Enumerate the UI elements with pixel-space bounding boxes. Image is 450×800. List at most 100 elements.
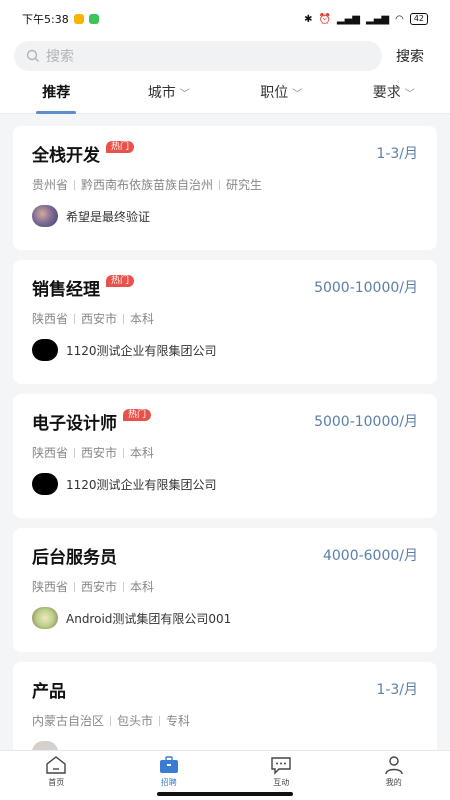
battery-icon: 42 (409, 13, 428, 25)
tab-position[interactable]: 职位 ﹀ (225, 74, 338, 114)
job-salary: 1-3/月 (376, 682, 418, 698)
job-title-wrap: 销售经理 热门 (32, 275, 135, 300)
job-city: 西安市 (81, 312, 118, 326)
company-logo (32, 607, 58, 629)
company-name: 希望是最终验证 (66, 209, 151, 224)
divider (74, 581, 76, 592)
search-row: 搜索 搜索 (0, 38, 450, 74)
person-icon (385, 756, 403, 775)
job-card-header: 产品 1-3/月 (32, 676, 418, 702)
divider (123, 447, 125, 458)
status-time: 下午5:38 (22, 13, 69, 26)
chevron-down-icon: ﹀ (179, 88, 190, 100)
signal-icon-2: ▂▄▆ (366, 13, 390, 25)
job-education: 本科 (130, 312, 155, 326)
job-card-header: 销售经理 热门 5000-10000/月 (32, 274, 418, 300)
divider (123, 581, 125, 592)
company-logo (32, 339, 58, 361)
job-salary: 4000-6000/月 (322, 548, 418, 564)
company-row (32, 741, 418, 750)
hot-badge: 热门 (123, 409, 152, 421)
search-button[interactable]: 搜索 (396, 46, 424, 66)
nav-label: 我的 (385, 778, 402, 787)
tab-label: 职位 (260, 84, 289, 101)
tab-recommend[interactable]: 推荐 (0, 74, 113, 114)
job-education: 本科 (130, 446, 155, 460)
job-city: 西安市 (81, 580, 118, 594)
signal-icon: ▂▄▆ (336, 13, 360, 25)
job-city: 西安市 (81, 446, 118, 460)
status-bar: 下午5:38 ✱ ⏰ ▂▄▆ ▂▄▆ ◠ 42 (0, 0, 450, 38)
company-logo (32, 741, 58, 750)
job-title-wrap: 产品 (32, 677, 66, 702)
job-title-wrap: 电子设计师 热门 (32, 409, 152, 434)
wechat-app-icon (88, 14, 99, 24)
job-card-header: 电子设计师 热门 5000-10000/月 (32, 408, 418, 434)
briefcase-icon (159, 756, 178, 773)
job-list: 全栈开发 热门 1-3/月 贵州省 黔西南布依族苗族自治州 研究生 希望是最终验… (0, 114, 450, 750)
chevron-down-icon: ﹀ (404, 88, 415, 100)
hot-badge: 热门 (106, 141, 135, 153)
company-row: 1120测试企业有限集团公司 (32, 473, 418, 495)
job-education: 研究生 (226, 178, 263, 192)
home-indicator[interactable] (157, 792, 293, 796)
bluetooth-icon: ✱ (304, 13, 313, 25)
alarm-icon: ⏰ (318, 13, 331, 25)
company-name: Android测试集团有限公司001 (66, 611, 232, 626)
company-row: 1120测试企业有限集团公司 (32, 339, 418, 361)
company-row: 希望是最终验证 (32, 205, 418, 227)
job-province: 陕西省 (32, 312, 69, 326)
job-title-wrap: 全栈开发 热门 (32, 141, 135, 166)
job-title: 产品 (32, 681, 66, 702)
job-city: 包头市 (117, 714, 154, 728)
company-logo (32, 205, 58, 227)
wifi-icon: ◠ (395, 13, 404, 25)
job-province: 内蒙古自治区 (32, 714, 105, 728)
divider (110, 715, 112, 726)
job-meta: 陕西省 西安市 本科 (32, 578, 418, 595)
nav-home[interactable]: 首页 (0, 751, 113, 800)
job-card[interactable]: 全栈开发 热门 1-3/月 贵州省 黔西南布依族苗族自治州 研究生 希望是最终验… (13, 126, 437, 250)
job-card[interactable]: 产品 1-3/月 内蒙古自治区 包头市 专科 (13, 662, 437, 750)
tab-label: 推荐 (42, 84, 71, 101)
search-placeholder: 搜索 (46, 49, 74, 65)
tab-city[interactable]: 城市 ﹀ (113, 74, 226, 114)
job-card-header: 全栈开发 热门 1-3/月 (32, 140, 418, 166)
home-icon (46, 756, 66, 774)
job-meta: 内蒙古自治区 包头市 专科 (32, 712, 418, 729)
job-meta: 陕西省 西安市 本科 (32, 310, 418, 327)
tab-requirement[interactable]: 要求 ﹀ (338, 74, 450, 114)
hot-badge: 热门 (106, 275, 135, 287)
job-province: 陕西省 (32, 446, 69, 460)
job-salary: 5000-10000/月 (314, 280, 418, 296)
job-title: 全栈开发 (32, 145, 100, 166)
job-city: 黔西南布依族苗族自治州 (81, 178, 214, 192)
company-name: 1120测试企业有限集团公司 (66, 477, 217, 492)
tab-label: 城市 (147, 84, 176, 101)
divider (74, 179, 76, 190)
filter-tabs: 推荐 城市 ﹀ 职位 ﹀ 要求 ﹀ (0, 74, 450, 114)
job-education: 本科 (130, 580, 155, 594)
nav-label: 首页 (48, 778, 65, 787)
job-card[interactable]: 销售经理 热门 5000-10000/月 陕西省 西安市 本科 1120测试企业… (13, 260, 437, 384)
status-left: 下午5:38 (22, 11, 99, 27)
job-salary: 1-3/月 (376, 146, 418, 162)
job-title: 销售经理 (32, 279, 100, 300)
search-input[interactable]: 搜索 (14, 41, 382, 71)
status-right: ✱ ⏰ ▂▄▆ ▂▄▆ ◠ 42 (304, 13, 428, 25)
job-card-header: 后台服务员 4000-6000/月 (32, 542, 418, 568)
job-card[interactable]: 后台服务员 4000-6000/月 陕西省 西安市 本科 Android测试集团… (13, 528, 437, 652)
job-card[interactable]: 电子设计师 热门 5000-10000/月 陕西省 西安市 本科 1120测试企… (13, 394, 437, 518)
search-icon (26, 49, 39, 62)
job-education: 专科 (166, 714, 191, 728)
job-salary: 5000-10000/月 (314, 414, 418, 430)
divider (159, 715, 161, 726)
nav-label: 招聘 (160, 778, 177, 787)
company-name: 1120测试企业有限集团公司 (66, 343, 217, 358)
company-row: Android测试集团有限公司001 (32, 607, 418, 629)
chevron-down-icon: ﹀ (292, 88, 303, 100)
job-meta: 陕西省 西安市 本科 (32, 444, 418, 461)
nav-mine[interactable]: 我的 (338, 751, 450, 800)
job-province: 陕西省 (32, 580, 69, 594)
notification-app-icon (73, 14, 84, 24)
